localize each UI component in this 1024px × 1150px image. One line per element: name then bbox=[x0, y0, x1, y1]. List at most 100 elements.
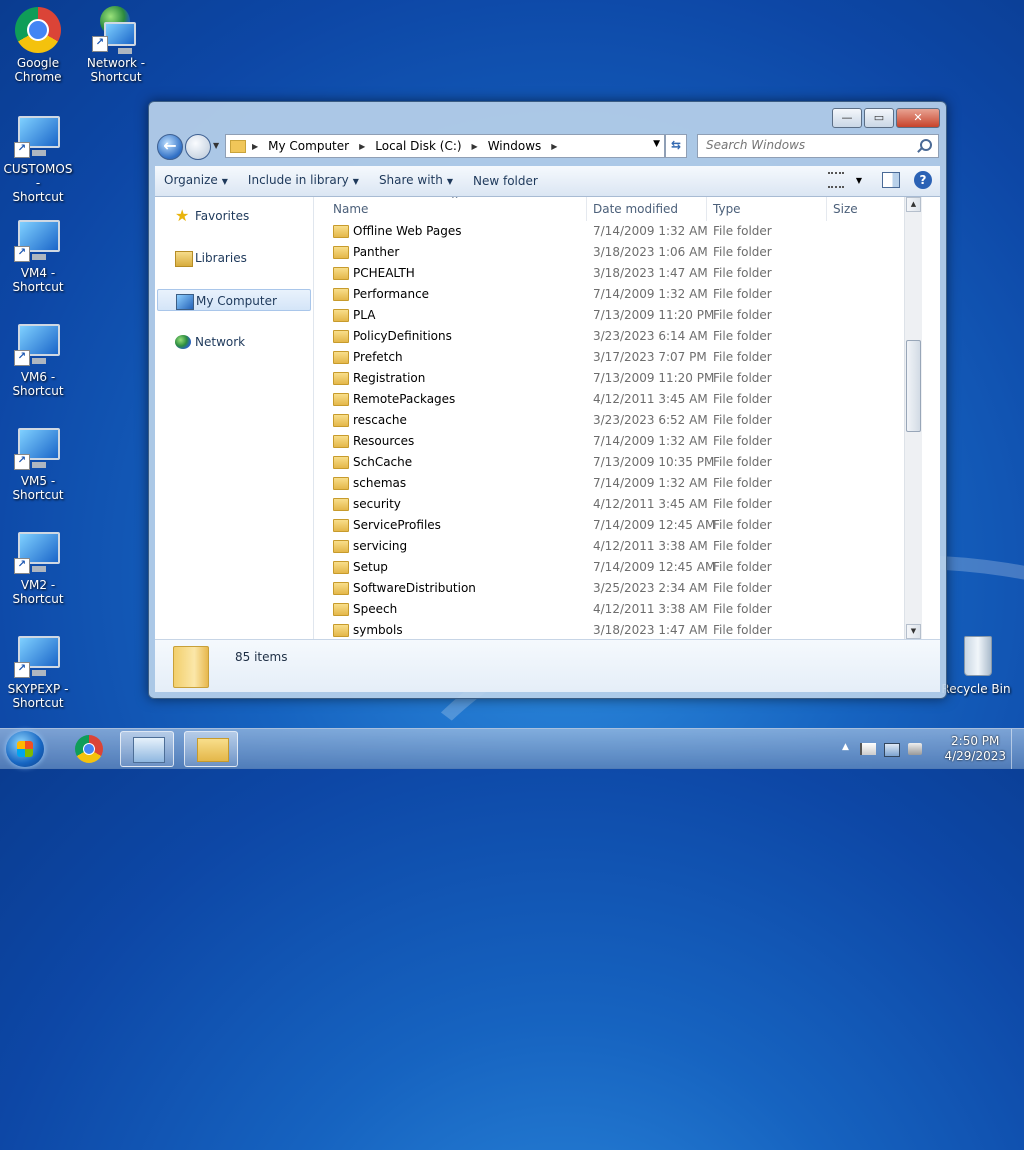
taskbar-server-manager[interactable] bbox=[120, 731, 174, 767]
breadcrumb-separator[interactable]: ▶ bbox=[252, 142, 258, 151]
column-header-size[interactable]: Size bbox=[827, 197, 907, 221]
close-button[interactable]: ✕ bbox=[896, 108, 940, 128]
nav-item-favorites[interactable]: ★ Favorites bbox=[157, 205, 311, 227]
file-row[interactable]: schemas 7/14/2009 1:32 AM File folder bbox=[315, 473, 915, 494]
file-row[interactable]: Registration 7/13/2009 11:20 PM File folde… bbox=[315, 368, 915, 389]
recent-pages-dropdown[interactable]: ▼ bbox=[213, 141, 219, 150]
folder-icon bbox=[333, 456, 349, 469]
desktop-icon-network-shortcut[interactable]: ↗ Network - Shortcut bbox=[78, 6, 154, 84]
search-input[interactable] bbox=[698, 135, 906, 155]
new-folder-button[interactable]: New folder bbox=[464, 166, 547, 196]
file-date-modified: 3/18/2023 1:47 AM bbox=[593, 623, 708, 637]
scroll-up-button[interactable]: ▲ bbox=[906, 197, 921, 212]
file-row[interactable]: rescache 3/23/2023 6:52 AM File folder bbox=[315, 410, 915, 431]
breadcrumb-local-disk[interactable]: Local Disk (C:) bbox=[375, 139, 461, 153]
desktop-icon-vm6-shortcut[interactable]: ↗ VM6 - Shortcut bbox=[0, 320, 76, 398]
desktop-icon-skypexp-shortcut[interactable]: ↗ SKYPEXP - Shortcut bbox=[0, 632, 76, 710]
taskbar-windows-explorer[interactable] bbox=[184, 731, 238, 767]
desktop-icon-customos-shortcut[interactable]: ↗ CUSTOMOS - Shortcut bbox=[0, 112, 76, 204]
server-manager-icon bbox=[133, 737, 165, 763]
taskbar: ▲ 2:50 PM 4/29/2023 bbox=[0, 728, 1024, 769]
file-date-modified: 7/14/2009 1:32 AM bbox=[593, 476, 708, 490]
preview-pane-icon[interactable] bbox=[882, 172, 900, 188]
file-row[interactable]: servicing 4/12/2011 3:38 AM File folder bbox=[315, 536, 915, 557]
nav-item-libraries[interactable]: Libraries bbox=[157, 247, 311, 269]
breadcrumb-my-computer[interactable]: My Computer bbox=[268, 139, 349, 153]
chevron-down-icon[interactable]: ▼ bbox=[856, 176, 862, 185]
start-button[interactable] bbox=[6, 731, 44, 767]
file-row[interactable]: SchCache 7/13/2009 10:35 PM File folder bbox=[315, 452, 915, 473]
network-icon bbox=[175, 335, 191, 349]
file-row[interactable]: ServiceProfiles 7/14/2009 12:45 AM File fo… bbox=[315, 515, 915, 536]
file-row[interactable]: PCHEALTH 3/18/2023 1:47 AM File folder bbox=[315, 263, 915, 284]
organize-button[interactable]: Organize ▼ bbox=[155, 165, 237, 197]
show-desktop-button[interactable] bbox=[1011, 729, 1024, 769]
breadcrumb-separator[interactable]: ▶ bbox=[551, 142, 557, 151]
breadcrumb-separator[interactable]: ▶ bbox=[472, 142, 478, 151]
column-header-type[interactable]: Type bbox=[707, 197, 827, 221]
file-date-modified: 7/14/2009 1:32 AM bbox=[593, 287, 708, 301]
taskbar-chrome[interactable] bbox=[62, 731, 116, 767]
breadcrumb-separator[interactable]: ▶ bbox=[359, 142, 365, 151]
desktop-icon-recycle-bin[interactable]: Recycle Bin bbox=[936, 632, 1016, 696]
address-bar[interactable]: ▶ My Computer ▶ Local Disk (C:) ▶ Window… bbox=[225, 134, 665, 158]
file-row[interactable]: PolicyDefinitions 3/23/2023 6:14 AM File f… bbox=[315, 326, 915, 347]
file-row[interactable]: security 4/12/2011 3:45 AM File folder bbox=[315, 494, 915, 515]
file-row[interactable]: Resources 7/14/2009 1:32 AM File folder bbox=[315, 431, 915, 452]
recycle-bin-icon bbox=[964, 636, 992, 676]
file-row[interactable]: SoftwareDistribution 3/25/2023 2:34 AM Fil… bbox=[315, 578, 915, 599]
file-row[interactable]: Offline Web Pages 7/14/2009 1:32 AM File f… bbox=[315, 221, 915, 242]
show-hidden-icons-button[interactable]: ▲ bbox=[842, 742, 849, 752]
nav-item-network[interactable]: Network bbox=[157, 331, 311, 353]
scroll-down-button[interactable]: ▼ bbox=[906, 624, 921, 639]
file-row[interactable]: symbols 3/18/2023 1:47 AM File folder bbox=[315, 620, 915, 639]
file-name: Prefetch bbox=[353, 350, 403, 364]
volume-muted-icon[interactable] bbox=[908, 743, 922, 755]
vertical-scrollbar[interactable]: ▲ ▼ bbox=[904, 197, 922, 639]
scroll-thumb[interactable] bbox=[906, 340, 921, 432]
column-header-name[interactable]: Name ^ bbox=[315, 197, 587, 221]
file-row[interactable]: Speech 4/12/2011 3:38 AM File folder bbox=[315, 599, 915, 620]
back-button[interactable]: ← bbox=[157, 134, 183, 160]
folder-icon bbox=[197, 738, 229, 762]
system-clock[interactable]: 2:50 PM 4/29/2023 bbox=[944, 734, 1006, 764]
forward-button[interactable] bbox=[185, 134, 211, 160]
file-row[interactable]: Prefetch 3/17/2023 7:07 PM File folder bbox=[315, 347, 915, 368]
file-row[interactable]: PLA 7/13/2009 11:20 PM File folder bbox=[315, 305, 915, 326]
desktop-icon-vm2-shortcut[interactable]: ↗ VM2 - Shortcut bbox=[0, 528, 76, 606]
include-in-library-button[interactable]: Include in library ▼ bbox=[239, 165, 368, 197]
folder-icon bbox=[333, 351, 349, 364]
desktop-icon-google-chrome[interactable]: Google Chrome bbox=[0, 6, 76, 84]
file-row[interactable]: Setup 7/14/2009 12:45 AM File folder bbox=[315, 557, 915, 578]
nav-item-my-computer[interactable]: My Computer bbox=[157, 289, 311, 311]
desktop-icon-vm5-shortcut[interactable]: ↗ VM5 - Shortcut bbox=[0, 424, 76, 502]
file-row[interactable]: Panther 3/18/2023 1:06 AM File folder bbox=[315, 242, 915, 263]
search-icon[interactable] bbox=[920, 139, 932, 151]
file-type: File folder bbox=[713, 476, 772, 490]
desktop-icon-vm4-shortcut[interactable]: ↗ VM4 - Shortcut bbox=[0, 216, 76, 294]
folder-icon bbox=[333, 225, 349, 238]
breadcrumb-windows[interactable]: Windows bbox=[488, 139, 542, 153]
share-with-label: Share with bbox=[378, 173, 443, 187]
column-header-date-modified[interactable]: Date modified bbox=[587, 197, 707, 221]
action-center-flag-icon[interactable] bbox=[860, 743, 876, 755]
file-name: SchCache bbox=[353, 455, 413, 469]
file-row[interactable]: Performance 7/14/2009 1:32 AM File folder bbox=[315, 284, 915, 305]
file-date-modified: 4/12/2011 3:38 AM bbox=[593, 539, 708, 553]
search-box[interactable] bbox=[697, 134, 939, 158]
help-icon[interactable]: ? bbox=[914, 171, 932, 189]
file-type: File folder bbox=[713, 371, 772, 385]
file-date-modified: 7/13/2009 11:20 PM bbox=[593, 308, 715, 322]
address-dropdown-button[interactable]: ▼ bbox=[653, 139, 660, 149]
maximize-button[interactable]: ▭ bbox=[864, 108, 894, 128]
file-name: schemas bbox=[353, 476, 407, 490]
file-row[interactable]: RemotePackages 4/12/2011 3:45 AM File fold… bbox=[315, 389, 915, 410]
file-date-modified: 3/18/2023 1:47 AM bbox=[593, 266, 708, 280]
refresh-button[interactable]: ⇆ bbox=[665, 134, 687, 158]
network-status-icon[interactable] bbox=[884, 743, 900, 757]
minimize-button[interactable]: — bbox=[832, 108, 862, 128]
file-type: File folder bbox=[713, 350, 772, 364]
star-icon: ★ bbox=[175, 206, 190, 225]
share-with-button[interactable]: Share with ▼ bbox=[370, 165, 462, 197]
change-view-icon[interactable] bbox=[827, 172, 844, 188]
